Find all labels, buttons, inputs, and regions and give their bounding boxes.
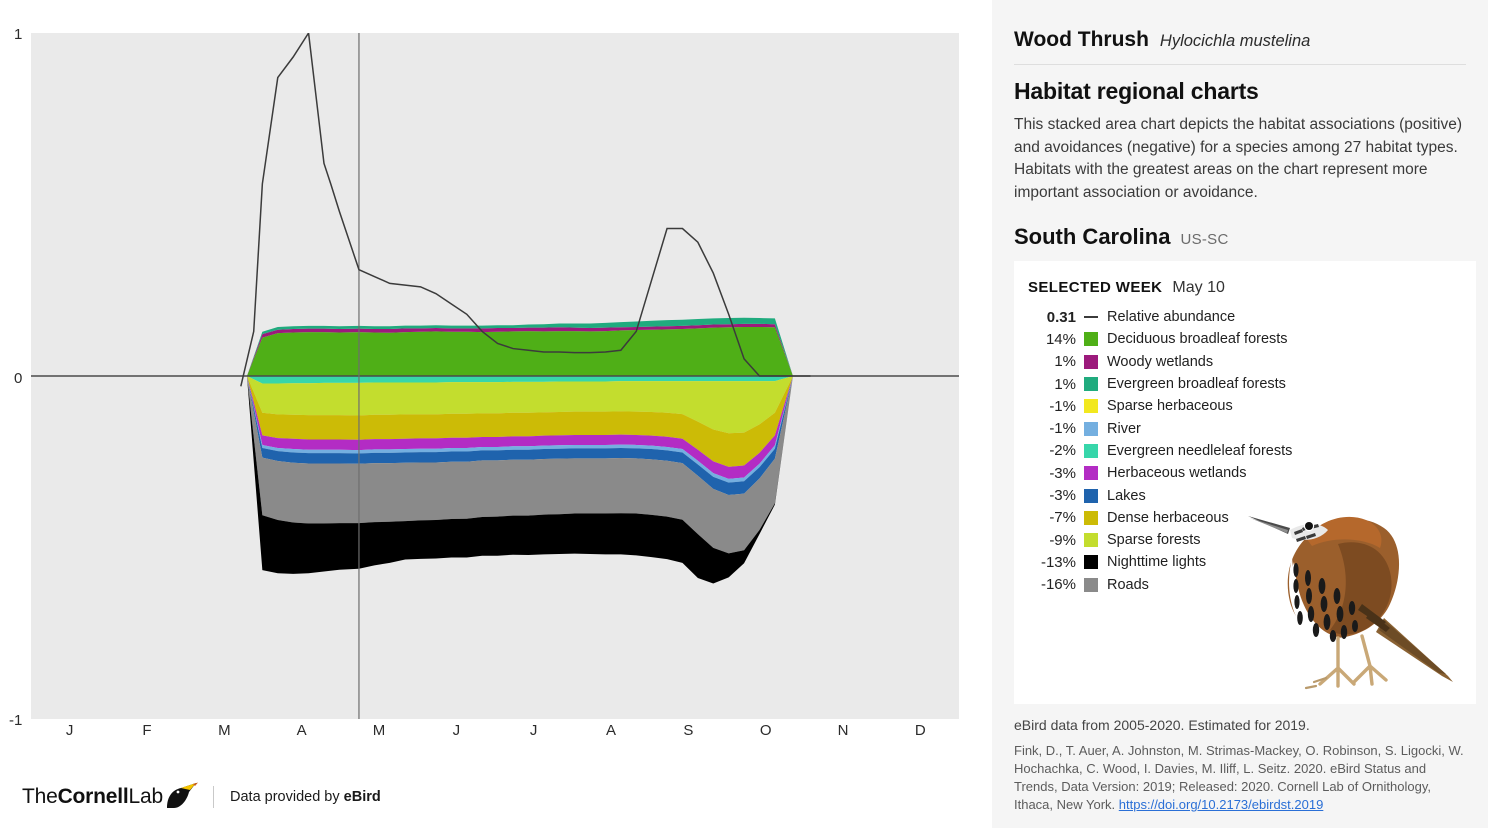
legend-value: 0.31: [1046, 308, 1076, 326]
stacked-area-chart[interactable]: [31, 33, 959, 719]
legend-row[interactable]: 1% Woody wetlands: [1028, 351, 1476, 373]
legend-color-swatch: [1084, 555, 1098, 570]
legend-label: Dense herbaceous: [1107, 509, 1229, 526]
y-axis-label-zero: 0: [14, 370, 23, 387]
legend-label: Lakes: [1107, 487, 1146, 504]
legend-color-swatch: [1084, 488, 1098, 503]
y-axis-label-top: 1: [14, 26, 23, 43]
legend-label: Nighttime lights: [1107, 554, 1207, 571]
area-layer[interactable]: [246, 326, 793, 376]
selected-week-value: May 10: [1172, 279, 1225, 296]
species-header: Wood Thrush Hylocichla mustelina: [1014, 0, 1466, 52]
doi-link[interactable]: https://doi.org/10.2173/ebirdst.2019: [1119, 797, 1324, 812]
species-common-name: Wood Thrush: [1014, 28, 1149, 51]
selected-week-row: SELECTED WEEK May 10: [1014, 261, 1476, 297]
legend-color-swatch: [1084, 399, 1098, 414]
x-axis-tick-j-0: J: [65, 722, 74, 739]
x-axis-tick-a-7: A: [605, 722, 617, 739]
region-header: South Carolina US-SC: [1014, 224, 1466, 250]
plot-area: [31, 33, 959, 719]
legend-row[interactable]: -2% Evergreen needleleaf forests: [1028, 440, 1476, 462]
legend-color-swatch: [1084, 377, 1098, 392]
x-axis-tick-m-2: M: [218, 722, 231, 739]
region-code: US-SC: [1180, 231, 1229, 248]
legend-color-swatch: [1084, 466, 1098, 481]
legend-row[interactable]: 14% Deciduous broadleaf forests: [1028, 328, 1476, 350]
x-axis-tick-o-9: O: [759, 722, 772, 739]
brand-divider: [213, 786, 214, 808]
legend-color-swatch: [1084, 533, 1098, 548]
x-axis-tick-a-3: A: [296, 722, 307, 739]
legend-value: 1%: [1054, 353, 1076, 371]
cornell-lab-wordmark[interactable]: TheCornellLab: [22, 785, 163, 809]
legend-label: Relative abundance: [1107, 309, 1236, 326]
legend-color-swatch: [1084, 577, 1098, 592]
cornell-lab-bird-logo-icon: [165, 781, 199, 814]
legend-label: Herbaceous wetlands: [1107, 465, 1247, 482]
legend-label: Woody wetlands: [1107, 353, 1214, 370]
legend-card: SELECTED WEEK May 10 0.31 Relative abunda…: [1014, 261, 1476, 704]
data-provider-credit: Data provided by eBird: [230, 789, 381, 805]
chart-panel: 1 0 -1 J F M A M J J A S O N D TheCornellLab Data p…: [0, 0, 992, 828]
header-divider: [1014, 64, 1466, 65]
legend-value: -1%: [1049, 420, 1076, 438]
legend-value: -3%: [1049, 464, 1076, 482]
section-description: This stacked area chart depicts the habi…: [1014, 116, 1463, 201]
legend-value: 14%: [1045, 330, 1076, 348]
data-years-note: eBird data from 2005-2020. Estimated for…: [1014, 717, 1310, 733]
x-axis-month-labels: JFMAMJJASOND: [31, 722, 959, 748]
wood-thrush-illustration: [1248, 516, 1453, 690]
credit-brand-ebird: eBird: [343, 789, 381, 805]
y-axis-label-bottom: -1: [9, 712, 23, 729]
legend-value: -9%: [1049, 531, 1076, 549]
wordmark-the: The: [22, 785, 58, 808]
region-name: South Carolina: [1014, 224, 1171, 249]
legend-color-swatch: [1084, 421, 1098, 436]
x-axis-tick-s-8: S: [683, 722, 694, 739]
wordmark-cornell: Cornell: [57, 785, 129, 808]
legend-label: Evergreen needleleaf forests: [1107, 442, 1293, 459]
legend-value: -16%: [1040, 576, 1076, 594]
legend-color-swatch: [1084, 332, 1098, 347]
legend-label: River: [1107, 420, 1141, 437]
legend-value: -2%: [1049, 442, 1076, 460]
page-title: Habitat regional charts: [1014, 78, 1259, 104]
legend-color-swatch: [1084, 354, 1098, 369]
species-scientific-name: Hylocichla mustelina: [1159, 32, 1311, 50]
negative-area-layers: [246, 376, 793, 584]
legend-value: 1%: [1054, 375, 1076, 393]
legend-label: Roads: [1107, 576, 1149, 593]
x-axis-tick-j-5: J: [452, 722, 461, 739]
legend-value: -7%: [1049, 509, 1076, 527]
legend-label: Deciduous broadleaf forests: [1107, 331, 1288, 348]
legend-row[interactable]: -3% Herbaceous wetlands: [1028, 462, 1476, 484]
legend-color-swatch: [1084, 443, 1098, 458]
legend-row-abundance[interactable]: 0.31 Relative abundance: [1028, 306, 1476, 328]
legend-label: Evergreen broadleaf forests: [1107, 376, 1286, 393]
legend-label: Sparse forests: [1107, 532, 1201, 549]
legend-value: -13%: [1040, 553, 1076, 571]
legend-line-icon: [1084, 310, 1098, 324]
x-axis-tick-n-10: N: [837, 722, 849, 739]
legend-value: -3%: [1049, 487, 1076, 505]
legend-color-swatch: [1084, 510, 1098, 525]
habitat-regional-charts-page: 1 0 -1 J F M A M J J A S O N D TheCornellLab Data p…: [0, 0, 1488, 828]
citation-text: Fink, D., T. Auer, A. Johnston, M. Strim…: [1014, 742, 1466, 814]
x-axis-tick-j-6: J: [529, 722, 538, 739]
legend-row[interactable]: -1% River: [1028, 417, 1476, 439]
selected-week-label: SELECTED WEEK: [1028, 279, 1163, 296]
positive-area-layers: [246, 317, 793, 376]
legend-value: -1%: [1049, 397, 1076, 415]
wordmark-lab: Lab: [128, 785, 164, 808]
x-axis-tick-m-4: M: [372, 722, 386, 739]
info-panel: Wood Thrush Hylocichla mustelina Habitat…: [992, 0, 1488, 828]
x-axis-tick-d-11: D: [914, 722, 926, 739]
footer-brand: TheCornellLab Data provided by eBird: [22, 782, 381, 812]
legend-row[interactable]: -1% Sparse herbaceous: [1028, 395, 1476, 417]
legend-row[interactable]: 1% Evergreen broadleaf forests: [1028, 373, 1476, 395]
x-axis-tick-f-1: F: [142, 722, 152, 739]
attribution-block: eBird data from 2005-2020. Estimated for…: [1014, 717, 1466, 814]
legend-label: Sparse herbaceous: [1107, 398, 1233, 415]
credit-prefix: Data provided by: [230, 789, 344, 805]
